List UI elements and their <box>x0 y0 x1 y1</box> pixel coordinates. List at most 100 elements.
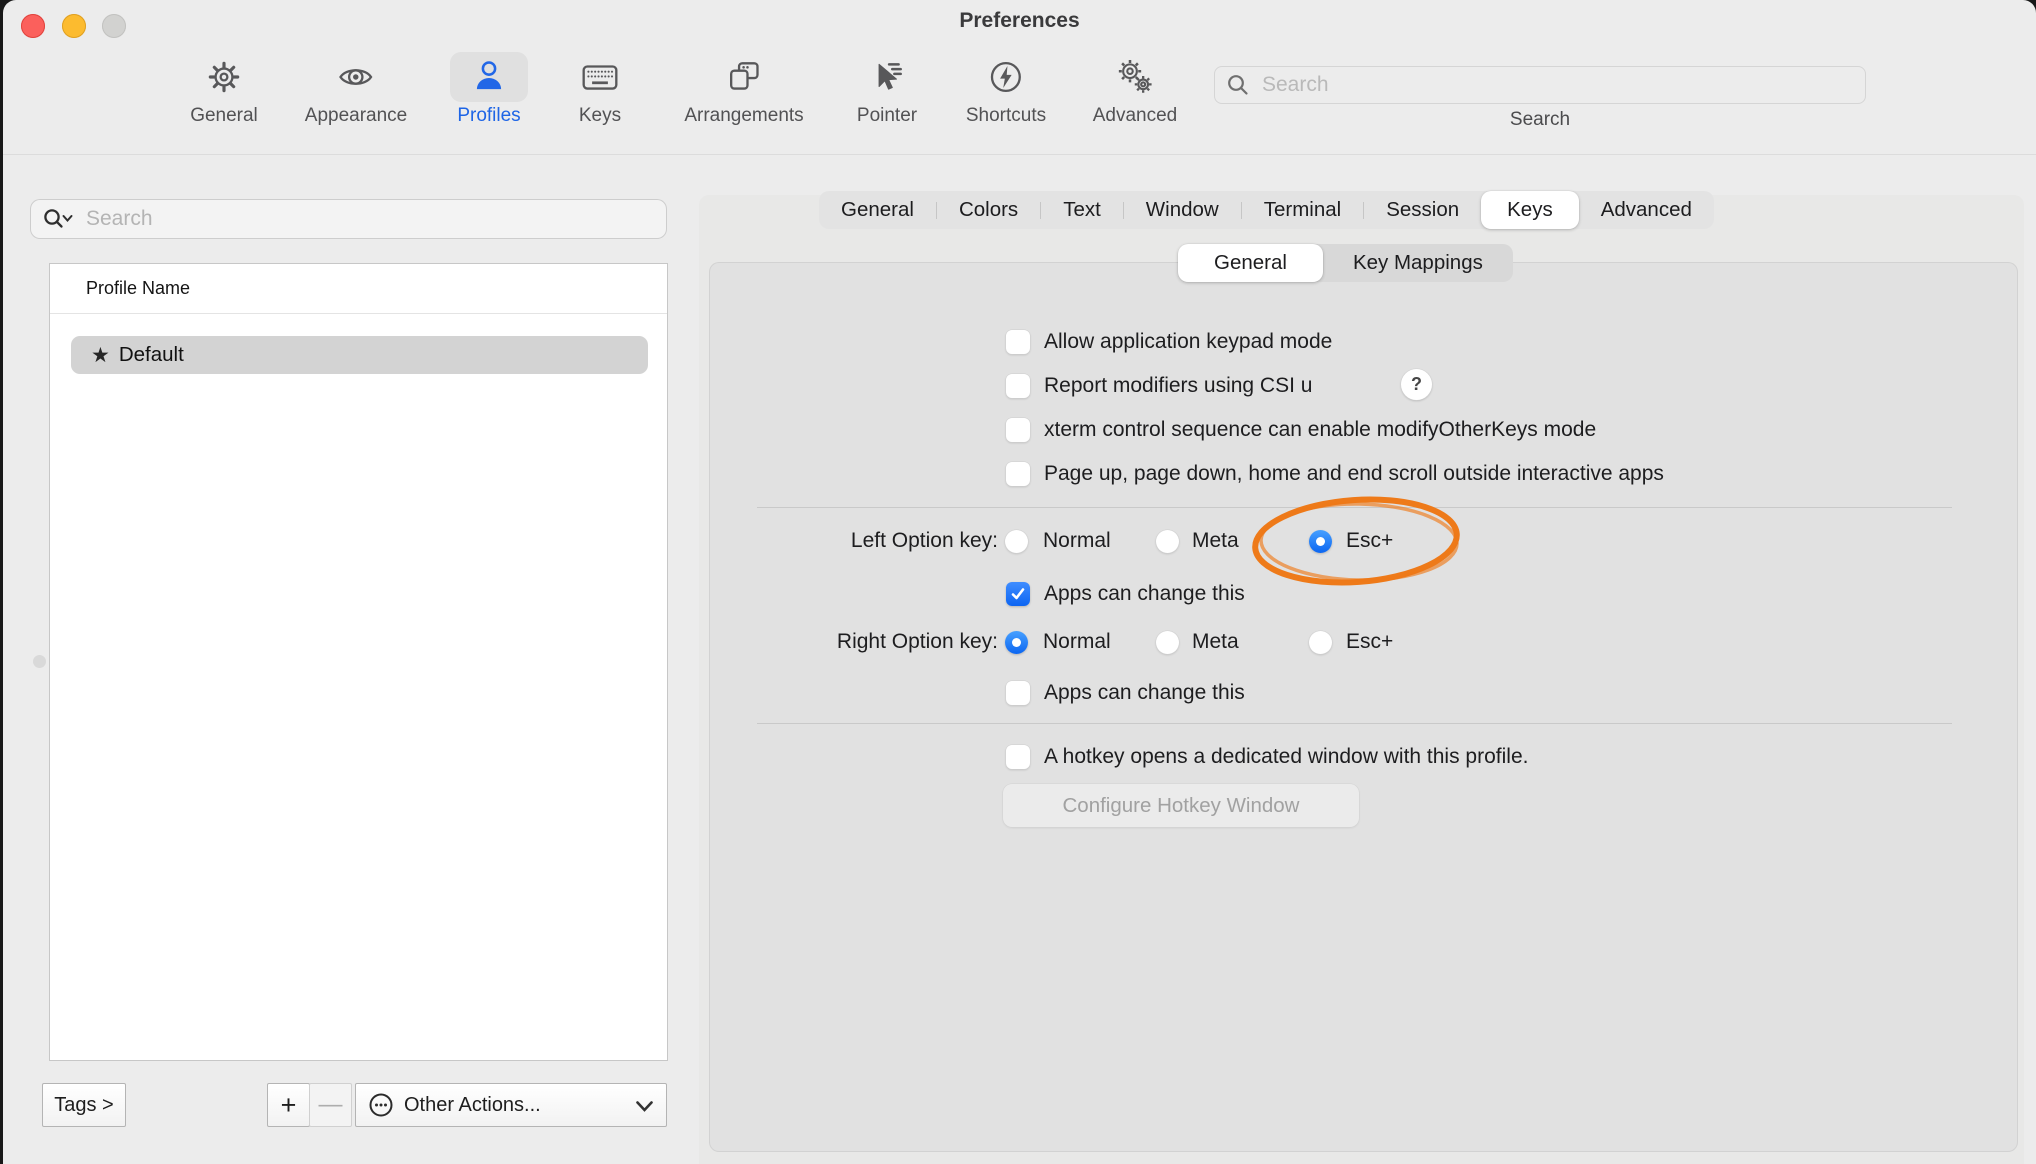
right-option-key-label: Right Option key: <box>703 630 998 654</box>
profile-list: Profile Name ★ Default <box>50 264 667 1060</box>
keyboard-icon <box>561 52 639 102</box>
profile-search-input[interactable] <box>84 206 628 232</box>
toolbar-item-label: Profiles <box>457 105 520 127</box>
toolbar-item-label: Shortcuts <box>966 105 1046 127</box>
radio-label: Normal <box>1043 529 1111 553</box>
checkbox-label: Report modifiers using CSI u <box>1044 374 1312 398</box>
profile-search-field[interactable] <box>30 199 667 239</box>
checkbox-row: Report modifiers using CSI u <box>1006 374 1312 398</box>
checkbox-row: Apps can change this <box>1006 582 1245 606</box>
hotkey-window-checkbox[interactable] <box>1006 745 1030 769</box>
tags-button-label: Tags > <box>54 1094 113 1117</box>
profile-row-default[interactable]: ★ Default <box>71 336 648 374</box>
cursor-arrow-icon <box>848 52 926 102</box>
help-button[interactable]: ? <box>1401 369 1432 400</box>
radio-label: Meta <box>1192 630 1239 654</box>
radio-label: Meta <box>1192 529 1239 553</box>
checkbox-label: Allow application keypad mode <box>1044 330 1332 354</box>
ellipsis-circle-icon <box>367 1091 395 1119</box>
allow-keypad-checkbox[interactable] <box>1006 330 1030 354</box>
page-scroll-checkbox[interactable] <box>1006 462 1030 486</box>
tab-window[interactable]: Window <box>1124 191 1241 229</box>
tags-button[interactable]: Tags > <box>42 1083 126 1127</box>
eye-icon <box>317 52 395 102</box>
subtab-general[interactable]: General <box>1178 244 1323 282</box>
checkbox-row: xterm control sequence can enable modify… <box>1006 418 1596 442</box>
toolbar-item-advanced[interactable]: Advanced <box>1093 52 1178 127</box>
subtab-key-mappings[interactable]: Key Mappings <box>1323 244 1513 282</box>
left-option-normal-radio[interactable] <box>1005 530 1028 553</box>
right-option-esc-radio[interactable] <box>1309 631 1332 654</box>
keys-tab-content-box <box>710 263 2017 1151</box>
screen: Preferences General Appearance Profiles <box>0 0 2036 1164</box>
profile-tab-bar: General Colors Text Window Terminal Sess… <box>819 191 1714 229</box>
configure-hotkey-label: Configure Hotkey Window <box>1063 794 1300 818</box>
checkbox-row: Page up, page down, home and end scroll … <box>1006 462 1664 486</box>
lightning-bolt-icon <box>967 52 1045 102</box>
toolbar-item-general[interactable]: General <box>185 52 263 127</box>
right-option-normal-radio[interactable] <box>1005 631 1028 654</box>
minus-icon: — <box>319 1091 343 1119</box>
tab-advanced[interactable]: Advanced <box>1579 191 1714 229</box>
profile-name: Default <box>119 343 184 367</box>
toolbar-item-pointer[interactable]: Pointer <box>848 52 926 127</box>
windows-icon <box>705 52 783 102</box>
checkbox-label: Apps can change this <box>1044 582 1245 606</box>
toolbar-item-appearance[interactable]: Appearance <box>305 52 407 127</box>
toolbar-divider <box>3 154 2036 155</box>
toolbar-search-caption: Search <box>1214 109 1866 131</box>
csi-u-checkbox[interactable] <box>1006 374 1030 398</box>
left-option-apps-change-checkbox[interactable] <box>1006 582 1030 606</box>
configure-hotkey-window-button[interactable]: Configure Hotkey Window <box>1003 784 1359 827</box>
tab-terminal[interactable]: Terminal <box>1242 191 1363 229</box>
radio-label: Normal <box>1043 630 1111 654</box>
toolbar-item-label: Keys <box>579 105 621 127</box>
modify-other-keys-checkbox[interactable] <box>1006 418 1030 442</box>
radio-label: Esc+ <box>1346 630 1393 654</box>
checkbox-label: A hotkey opens a dedicated window with t… <box>1044 745 1528 769</box>
checkbox-row: A hotkey opens a dedicated window with t… <box>1006 745 1528 769</box>
double-gear-icon <box>1096 52 1174 102</box>
toolbar-item-shortcuts[interactable]: Shortcuts <box>966 52 1046 127</box>
tab-colors[interactable]: Colors <box>937 191 1040 229</box>
window-edge-dot <box>33 655 46 668</box>
star-icon: ★ <box>91 343 110 368</box>
right-option-meta-radio[interactable] <box>1156 631 1179 654</box>
checkbox-label: Page up, page down, home and end scroll … <box>1044 462 1664 486</box>
tab-keys[interactable]: Keys <box>1481 191 1579 229</box>
toolbar-item-profiles[interactable]: Profiles <box>450 52 528 127</box>
person-icon <box>450 52 528 102</box>
toolbar-item-label: Pointer <box>857 105 917 127</box>
toolbar-search-field[interactable] <box>1214 66 1866 104</box>
tab-session[interactable]: Session <box>1364 191 1481 229</box>
checkbox-label: Apps can change this <box>1044 681 1245 705</box>
left-option-meta-radio[interactable] <box>1156 530 1179 553</box>
search-with-menu-icon <box>42 206 76 232</box>
toolbar-item-keys[interactable]: Keys <box>561 52 639 127</box>
plus-icon: + <box>281 1090 297 1121</box>
search-icon <box>1226 73 1250 97</box>
toolbar-item-arrangements[interactable]: Arrangements <box>684 52 803 127</box>
remove-profile-button[interactable]: — <box>309 1083 352 1127</box>
toolbar-item-label: Appearance <box>305 105 407 127</box>
gear-icon <box>185 52 263 102</box>
other-actions-dropdown[interactable]: Other Actions... <box>355 1083 667 1127</box>
toolbar-item-label: General <box>190 105 258 127</box>
checkbox-row: Allow application keypad mode <box>1006 330 1332 354</box>
section-divider <box>757 723 1952 724</box>
question-mark-icon: ? <box>1411 374 1422 395</box>
tab-text[interactable]: Text <box>1041 191 1123 229</box>
add-profile-button[interactable]: + <box>267 1083 310 1127</box>
tab-general[interactable]: General <box>819 191 936 229</box>
profile-list-header: Profile Name <box>86 278 190 299</box>
checkbox-label: xterm control sequence can enable modify… <box>1044 418 1596 442</box>
chevron-down-icon <box>636 1101 653 1112</box>
checkbox-row: Apps can change this <box>1006 681 1245 705</box>
toolbar-item-label: Advanced <box>1093 105 1178 127</box>
toolbar-item-label: Arrangements <box>684 105 803 127</box>
checkmark-icon <box>1009 585 1027 603</box>
left-option-key-label: Left Option key: <box>703 529 998 553</box>
toolbar-search-input[interactable] <box>1260 72 1824 98</box>
right-option-apps-change-checkbox[interactable] <box>1006 681 1030 705</box>
orange-ellipse-annotation <box>1238 484 1488 604</box>
